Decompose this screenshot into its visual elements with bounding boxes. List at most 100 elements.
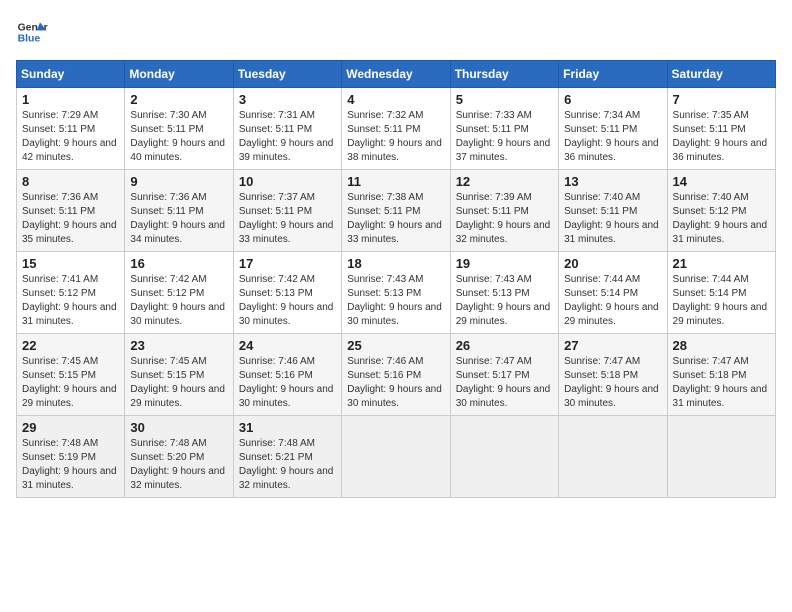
day-detail: Sunrise: 7:30 AMSunset: 5:11 PMDaylight:… xyxy=(130,109,227,165)
calendar-day-cell: 29Sunrise: 7:48 AMSunset: 5:19 PMDayligh… xyxy=(17,416,125,498)
day-number: 3 xyxy=(239,92,336,107)
calendar-week-row: 29Sunrise: 7:48 AMSunset: 5:19 PMDayligh… xyxy=(17,416,776,498)
calendar-week-row: 22 Sunrise: 7:45 AMSunset: 5:15 PMDayligh… xyxy=(17,334,776,416)
day-number: 12 xyxy=(456,174,553,189)
calendar-day-cell: 7 Sunrise: 7:35 AMSunset: 5:11 PMDaylight… xyxy=(667,88,775,170)
day-detail: Sunrise: 7:40 AMSunset: 5:12 PMDaylight:… xyxy=(673,191,770,247)
calendar-day-cell: 25 Sunrise: 7:46 AMSunset: 5:16 PMDayligh… xyxy=(342,334,450,416)
day-number: 23 xyxy=(130,338,227,353)
day-number: 8 xyxy=(22,174,119,189)
calendar-day-cell: 17 Sunrise: 7:42 AMSunset: 5:13 PMDayligh… xyxy=(233,252,341,334)
day-detail: Sunrise: 7:47 AMSunset: 5:18 PMDaylight:… xyxy=(673,355,770,411)
calendar-day-cell xyxy=(342,416,450,498)
calendar-day-cell: 24 Sunrise: 7:46 AMSunset: 5:16 PMDayligh… xyxy=(233,334,341,416)
calendar-day-cell: 1Sunrise: 7:29 AMSunset: 5:11 PMDaylight… xyxy=(17,88,125,170)
calendar-day-cell: 2Sunrise: 7:30 AMSunset: 5:11 PMDaylight… xyxy=(125,88,233,170)
calendar-day-cell: 20 Sunrise: 7:44 AMSunset: 5:14 PMDayligh… xyxy=(559,252,667,334)
calendar-day-cell: 3 Sunrise: 7:31 AMSunset: 5:11 PMDaylight… xyxy=(233,88,341,170)
svg-text:Blue: Blue xyxy=(18,34,41,45)
weekday-header-cell: Tuesday xyxy=(233,61,341,88)
day-number: 4 xyxy=(347,92,444,107)
logo-icon: General Blue xyxy=(16,16,48,48)
day-number: 31 xyxy=(239,420,336,435)
calendar-week-row: 1Sunrise: 7:29 AMSunset: 5:11 PMDaylight… xyxy=(17,88,776,170)
day-detail: Sunrise: 7:44 AMSunset: 5:14 PMDaylight:… xyxy=(673,273,770,329)
day-detail: Sunrise: 7:43 AMSunset: 5:13 PMDaylight:… xyxy=(347,273,444,329)
day-number: 28 xyxy=(673,338,770,353)
day-detail: Sunrise: 7:48 AMSunset: 5:20 PMDaylight:… xyxy=(130,437,227,493)
day-number: 5 xyxy=(456,92,553,107)
day-detail: Sunrise: 7:38 AMSunset: 5:11 PMDaylight:… xyxy=(347,191,444,247)
day-number: 6 xyxy=(564,92,661,107)
day-number: 19 xyxy=(456,256,553,271)
calendar-day-cell: 16 Sunrise: 7:42 AMSunset: 5:12 PMDayligh… xyxy=(125,252,233,334)
day-detail: Sunrise: 7:45 AMSunset: 5:15 PMDaylight:… xyxy=(130,355,227,411)
day-detail: Sunrise: 7:41 AMSunset: 5:12 PMDaylight:… xyxy=(22,273,119,329)
calendar-day-cell: 11 Sunrise: 7:38 AMSunset: 5:11 PMDayligh… xyxy=(342,170,450,252)
day-detail: Sunrise: 7:37 AMSunset: 5:11 PMDaylight:… xyxy=(239,191,336,247)
day-number: 18 xyxy=(347,256,444,271)
day-detail: Sunrise: 7:42 AMSunset: 5:12 PMDaylight:… xyxy=(130,273,227,329)
day-detail: Sunrise: 7:44 AMSunset: 5:14 PMDaylight:… xyxy=(564,273,661,329)
day-number: 30 xyxy=(130,420,227,435)
weekday-header-cell: Thursday xyxy=(450,61,558,88)
weekday-header-row: SundayMondayTuesdayWednesdayThursdayFrid… xyxy=(17,61,776,88)
day-detail: Sunrise: 7:40 AMSunset: 5:11 PMDaylight:… xyxy=(564,191,661,247)
calendar-week-row: 15 Sunrise: 7:41 AMSunset: 5:12 PMDayligh… xyxy=(17,252,776,334)
logo: General Blue xyxy=(16,16,48,48)
day-detail: Sunrise: 7:34 AMSunset: 5:11 PMDaylight:… xyxy=(564,109,661,165)
calendar-day-cell: 31Sunrise: 7:48 AMSunset: 5:21 PMDayligh… xyxy=(233,416,341,498)
day-number: 1 xyxy=(22,92,119,107)
day-number: 10 xyxy=(239,174,336,189)
calendar-day-cell: 10 Sunrise: 7:37 AMSunset: 5:11 PMDayligh… xyxy=(233,170,341,252)
weekday-header-cell: Sunday xyxy=(17,61,125,88)
day-detail: Sunrise: 7:31 AMSunset: 5:11 PMDaylight:… xyxy=(239,109,336,165)
calendar-day-cell: 13 Sunrise: 7:40 AMSunset: 5:11 PMDayligh… xyxy=(559,170,667,252)
weekday-header-cell: Wednesday xyxy=(342,61,450,88)
calendar-day-cell: 22 Sunrise: 7:45 AMSunset: 5:15 PMDayligh… xyxy=(17,334,125,416)
calendar-day-cell: 30 Sunrise: 7:48 AMSunset: 5:20 PMDayligh… xyxy=(125,416,233,498)
day-number: 15 xyxy=(22,256,119,271)
day-number: 7 xyxy=(673,92,770,107)
day-number: 13 xyxy=(564,174,661,189)
weekday-header-cell: Monday xyxy=(125,61,233,88)
day-detail: Sunrise: 7:36 AMSunset: 5:11 PMDaylight:… xyxy=(130,191,227,247)
day-number: 26 xyxy=(456,338,553,353)
calendar-day-cell xyxy=(667,416,775,498)
day-number: 16 xyxy=(130,256,227,271)
day-detail: Sunrise: 7:32 AMSunset: 5:11 PMDaylight:… xyxy=(347,109,444,165)
calendar-week-row: 8 Sunrise: 7:36 AMSunset: 5:11 PMDaylight… xyxy=(17,170,776,252)
day-detail: Sunrise: 7:46 AMSunset: 5:16 PMDaylight:… xyxy=(239,355,336,411)
calendar-day-cell: 15 Sunrise: 7:41 AMSunset: 5:12 PMDayligh… xyxy=(17,252,125,334)
header: General Blue xyxy=(16,16,776,48)
day-number: 27 xyxy=(564,338,661,353)
day-number: 9 xyxy=(130,174,227,189)
calendar-day-cell: 5 Sunrise: 7:33 AMSunset: 5:11 PMDaylight… xyxy=(450,88,558,170)
day-number: 22 xyxy=(22,338,119,353)
calendar-day-cell: 18 Sunrise: 7:43 AMSunset: 5:13 PMDayligh… xyxy=(342,252,450,334)
day-detail: Sunrise: 7:45 AMSunset: 5:15 PMDaylight:… xyxy=(22,355,119,411)
calendar-day-cell xyxy=(450,416,558,498)
day-detail: Sunrise: 7:36 AMSunset: 5:11 PMDaylight:… xyxy=(22,191,119,247)
calendar-day-cell: 4 Sunrise: 7:32 AMSunset: 5:11 PMDaylight… xyxy=(342,88,450,170)
day-number: 20 xyxy=(564,256,661,271)
calendar-day-cell: 9 Sunrise: 7:36 AMSunset: 5:11 PMDaylight… xyxy=(125,170,233,252)
day-detail: Sunrise: 7:47 AMSunset: 5:17 PMDaylight:… xyxy=(456,355,553,411)
day-number: 25 xyxy=(347,338,444,353)
day-detail: Sunrise: 7:35 AMSunset: 5:11 PMDaylight:… xyxy=(673,109,770,165)
calendar-day-cell: 6 Sunrise: 7:34 AMSunset: 5:11 PMDaylight… xyxy=(559,88,667,170)
calendar-day-cell: 8 Sunrise: 7:36 AMSunset: 5:11 PMDaylight… xyxy=(17,170,125,252)
day-detail: Sunrise: 7:48 AMSunset: 5:19 PMDaylight:… xyxy=(22,437,119,493)
day-number: 21 xyxy=(673,256,770,271)
day-number: 17 xyxy=(239,256,336,271)
calendar-day-cell: 26 Sunrise: 7:47 AMSunset: 5:17 PMDayligh… xyxy=(450,334,558,416)
day-number: 24 xyxy=(239,338,336,353)
calendar-day-cell: 12Sunrise: 7:39 AMSunset: 5:11 PMDayligh… xyxy=(450,170,558,252)
day-number: 11 xyxy=(347,174,444,189)
day-detail: Sunrise: 7:33 AMSunset: 5:11 PMDaylight:… xyxy=(456,109,553,165)
day-detail: Sunrise: 7:43 AMSunset: 5:13 PMDaylight:… xyxy=(456,273,553,329)
day-detail: Sunrise: 7:42 AMSunset: 5:13 PMDaylight:… xyxy=(239,273,336,329)
calendar-day-cell: 23 Sunrise: 7:45 AMSunset: 5:15 PMDayligh… xyxy=(125,334,233,416)
calendar-day-cell: 27Sunrise: 7:47 AMSunset: 5:18 PMDayligh… xyxy=(559,334,667,416)
day-detail: Sunrise: 7:46 AMSunset: 5:16 PMDaylight:… xyxy=(347,355,444,411)
